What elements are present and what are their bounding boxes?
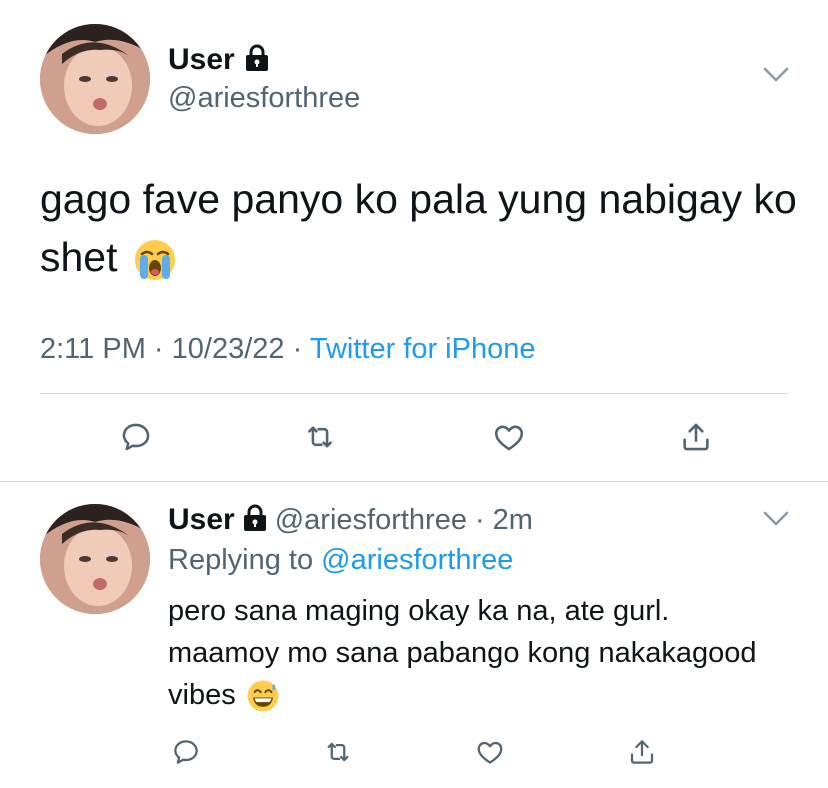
reply-tweet[interactable]: User @ariesforthree · 2m Replying to @ar… — [0, 482, 828, 788]
retweet-icon[interactable] — [298, 415, 342, 459]
grinning-face-with-sweat-icon — [246, 679, 280, 713]
chevron-down-icon[interactable] — [762, 510, 790, 533]
header-dot: · — [474, 503, 485, 536]
user-name[interactable]: User — [168, 43, 235, 77]
lock-icon — [245, 44, 269, 77]
avatar-photo — [40, 24, 150, 134]
reply-icon[interactable] — [114, 415, 158, 459]
share-icon[interactable] — [674, 415, 718, 459]
tweet-text: gago fave panyo ko pala yung nabigay ko … — [40, 170, 800, 286]
user-name-row: User — [168, 40, 269, 80]
main-tweet: User @ariesforthree gago fave panyo ko p… — [0, 0, 828, 480]
replying-prefix: Replying to — [168, 544, 314, 576]
chevron-down-icon[interactable] — [762, 66, 790, 89]
avatar[interactable] — [40, 24, 150, 134]
avatar[interactable] — [40, 504, 150, 614]
replying-to: Replying to @ariesforthree — [168, 544, 513, 577]
share-icon[interactable] — [622, 732, 662, 772]
avatar-photo — [40, 504, 150, 614]
retweet-icon[interactable] — [318, 732, 358, 772]
replying-mention-link[interactable]: @ariesforthree — [321, 544, 513, 576]
lock-icon — [243, 504, 267, 537]
user-name[interactable]: User — [168, 503, 235, 537]
tweet-time[interactable]: 2:11 PM — [40, 333, 146, 365]
divider — [40, 393, 788, 394]
meta-separator: · — [292, 333, 303, 365]
meta-separator: · — [153, 333, 164, 365]
like-icon[interactable] — [470, 732, 510, 772]
loudly-crying-face-icon — [133, 238, 177, 282]
tweet-source-link[interactable]: Twitter for iPhone — [310, 333, 536, 365]
reply-header: User @ariesforthree · 2m — [168, 500, 533, 540]
reply-age[interactable]: 2m — [493, 504, 533, 537]
tweet-date[interactable]: 10/23/22 — [172, 333, 285, 365]
tweet-meta: 2:11 PM · 10/23/22 · Twitter for iPhone — [40, 333, 535, 366]
user-handle[interactable]: @ariesforthree — [275, 504, 467, 537]
user-handle[interactable]: @ariesforthree — [168, 82, 360, 115]
reply-icon[interactable] — [166, 732, 206, 772]
reply-text: pero sana maging okay ka na, ate gurl. m… — [168, 590, 788, 716]
like-icon[interactable] — [487, 415, 531, 459]
